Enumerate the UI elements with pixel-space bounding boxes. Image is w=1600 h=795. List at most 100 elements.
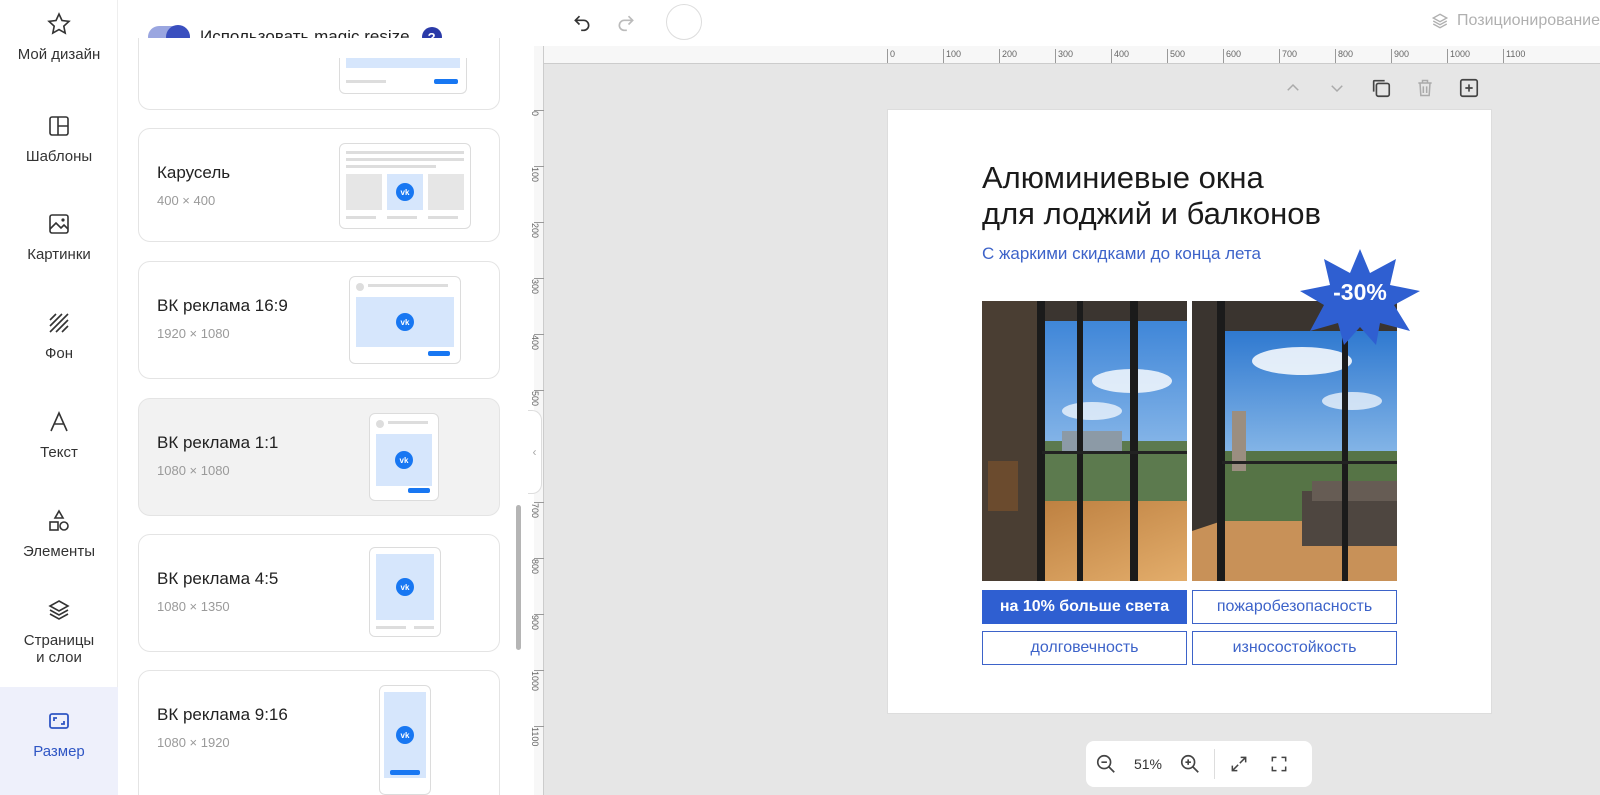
design-subline[interactable]: С жаркими скидками до конца лета (982, 244, 1261, 264)
resize-icon (49, 713, 69, 729)
rail-label: Размер (33, 743, 85, 760)
format-size: 400 × 400 (157, 193, 216, 208)
panel-scrollbar[interactable] (516, 505, 521, 650)
format-size: 1920 × 1080 (157, 326, 230, 341)
vk-logo-icon: vk (396, 183, 414, 201)
ruler-tick: 1100 (1503, 49, 1525, 63)
ruler-tick: 100 (943, 49, 961, 63)
format-thumbnail (339, 58, 467, 94)
feature-chip[interactable]: на 10% больше света (982, 590, 1187, 624)
format-thumbnail: vk (349, 276, 461, 364)
format-card-carousel[interactable]: Карусель 400 × 400 vk (138, 128, 500, 242)
format-title: ВК реклама 9:16 (157, 705, 288, 724)
format-thumbnail: vk (369, 413, 439, 501)
rail-label: Текст (40, 444, 78, 461)
ruler-tick: 1100 (530, 727, 540, 747)
zoom-bar: 51% (1086, 741, 1312, 787)
fullscreen-icon[interactable] (1259, 744, 1299, 784)
rail-item-pages-layers[interactable]: Страницы и слои (0, 598, 118, 666)
rail-item-size[interactable]: Размер (0, 687, 118, 795)
ruler-tick: 900 (1391, 49, 1409, 63)
ruler-tick: 0 (887, 49, 895, 63)
format-size: 1080 × 1080 (157, 463, 230, 478)
format-thumbnail: vk (369, 547, 441, 637)
vk-logo-icon: vk (396, 313, 414, 331)
rail-label: Мой дизайн (17, 46, 101, 63)
format-title: ВК реклама 16:9 (157, 296, 288, 315)
rail-item-my-design[interactable]: Мой дизайн (0, 12, 118, 63)
ruler-tick: 300 (530, 279, 540, 295)
vk-logo-icon: vk (396, 726, 414, 744)
ruler-tick: 800 (1335, 49, 1353, 63)
ruler-tick: 500 (1167, 49, 1185, 63)
feature-chip[interactable]: износостойкость (1192, 631, 1397, 665)
background-icon (49, 313, 69, 333)
format-card-vk-4-5[interactable]: ВК реклама 4:5 1080 × 1350 vk (138, 534, 500, 652)
ruler-tick: 100 (530, 167, 540, 183)
duplicate-icon[interactable] (1369, 76, 1393, 100)
redo-icon[interactable] (614, 10, 638, 34)
headline-line: Алюминиевые окна (982, 160, 1264, 195)
trash-icon[interactable] (1413, 76, 1437, 100)
positioning-button[interactable]: Позиционирование (1431, 12, 1600, 30)
ruler-tick: 700 (530, 503, 540, 519)
zoom-out-icon[interactable] (1086, 744, 1126, 784)
format-size: 1080 × 1920 (157, 735, 230, 750)
discount-burst[interactable]: -30% (1298, 247, 1422, 347)
ruler-tick: 800 (530, 559, 540, 575)
layers-icon (48, 600, 70, 620)
rail-item-elements[interactable]: Элементы (0, 509, 118, 560)
collapse-panel-handle[interactable]: ‹ (528, 410, 542, 494)
vk-logo-icon: vk (395, 451, 413, 469)
ruler-tick: 400 (1111, 49, 1129, 63)
positioning-label: Позиционирование (1457, 12, 1600, 29)
add-page-icon[interactable] (1457, 76, 1481, 100)
format-card-vk-1-1[interactable]: ВК реклама 1:1 1080 × 1080 vk (138, 398, 500, 516)
ruler-tick: 200 (999, 49, 1017, 63)
rail-label: и слои (36, 649, 82, 666)
format-thumbnail: vk (339, 143, 471, 229)
divider (1214, 749, 1215, 779)
ruler-tick: 300 (1055, 49, 1073, 63)
rail-item-background[interactable]: Фон (0, 311, 118, 362)
color-swatch[interactable] (666, 4, 702, 40)
feature-chip[interactable]: долговечность (982, 631, 1187, 665)
rail-label: Фон (44, 345, 74, 362)
rail-item-templates[interactable]: Шаблоны (0, 114, 118, 165)
move-down-icon[interactable] (1325, 76, 1349, 100)
horizontal-ruler: 0 100 200 300 400 500 600 700 800 900 10… (544, 46, 1600, 64)
move-up-icon[interactable] (1281, 76, 1305, 100)
design-headline[interactable]: Алюминиевые окна для лоджий и балконов (982, 160, 1321, 232)
undo-icon[interactable] (570, 10, 594, 34)
ruler-tick: 1000 (1447, 49, 1470, 63)
rail-label: Страницы (23, 632, 95, 649)
ruler-tick: 400 (530, 335, 540, 351)
rail-item-images[interactable]: Картинки (0, 212, 118, 263)
templates-icon (49, 116, 69, 136)
format-title: Карусель (157, 163, 231, 182)
layers-icon (1431, 13, 1449, 29)
ruler-tick: 700 (1279, 49, 1297, 63)
format-thumbnail: vk (379, 685, 431, 795)
photo-balcony-left[interactable] (982, 301, 1187, 581)
top-toolbar: Позиционирование (534, 0, 1600, 46)
shapes-icon (49, 509, 69, 531)
left-tool-rail: Мой дизайн Шаблоны Картинки Фон Текст Эл… (0, 0, 118, 795)
ruler-tick: 200 (530, 223, 540, 239)
format-card-vk-9-16[interactable]: ВК реклама 9:16 1080 × 1920 vk (138, 670, 500, 795)
star-icon (47, 12, 71, 35)
ruler-tick: 0 (530, 111, 540, 117)
image-icon (49, 214, 69, 234)
zoom-in-icon[interactable] (1170, 744, 1210, 784)
design-artboard[interactable]: Алюминиевые окна для лоджий и балконов С… (887, 109, 1492, 714)
rail-label: Шаблоны (25, 148, 93, 165)
format-title: ВК реклама 4:5 (157, 569, 279, 588)
expand-icon[interactable] (1219, 744, 1259, 784)
format-card-vk-16-9[interactable]: ВК реклама 16:9 1920 × 1080 vk (138, 261, 500, 379)
format-card-partial[interactable] (138, 38, 500, 110)
ruler-tick: 900 (530, 615, 540, 631)
rail-item-text[interactable]: Текст (0, 410, 118, 461)
feature-chip[interactable]: пожаробезопасность (1192, 590, 1397, 624)
zoom-level: 51% (1133, 756, 1163, 772)
vk-logo-icon: vk (396, 578, 414, 596)
